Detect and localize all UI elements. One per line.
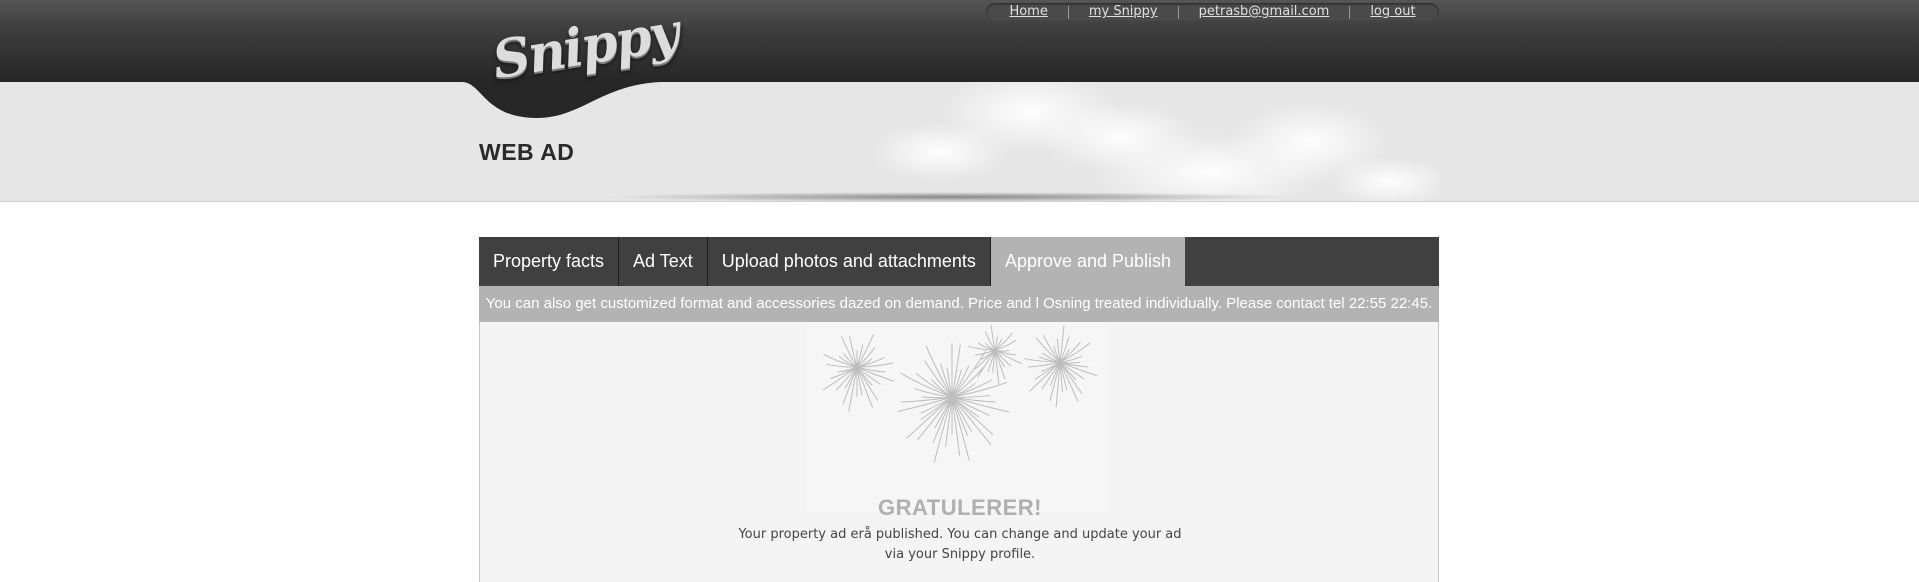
step-tabs: Property facts Ad Text Upload photos and… <box>479 237 1439 286</box>
success-heading: GRATULERER! <box>878 495 1042 520</box>
nav-logout-link[interactable]: log out <box>1350 3 1435 21</box>
nav-home-link[interactable]: Home <box>989 3 1067 21</box>
success-message-line-2: via your Snippy profile. <box>884 547 1036 562</box>
top-navigation: Home my Snippy petrasb@gmail.com log out <box>986 3 1439 21</box>
tab-ad-text[interactable]: Ad Text <box>619 237 708 286</box>
tab-property-facts[interactable]: Property facts <box>479 237 620 286</box>
tab-approve-publish[interactable]: Approve and Publish <box>990 237 1186 286</box>
logo[interactable]: Snippy <box>462 0 682 120</box>
info-notice: You can also get customized format and a… <box>479 286 1439 322</box>
nav-my-snippy-link[interactable]: my Snippy <box>1069 3 1178 21</box>
tab-upload-photos[interactable]: Upload photos and attachments <box>708 237 991 286</box>
success-message: Your property ad erå published. You can … <box>480 525 1440 565</box>
page-title: WEB AD <box>479 139 575 165</box>
fireworks-icon <box>807 322 1107 512</box>
success-message-line-1: Your property ad erå published. You can … <box>738 527 1182 542</box>
banner-shadow <box>600 192 1300 201</box>
top-header-bar <box>0 0 1919 82</box>
nav-account-email-link[interactable]: petrasb@gmail.com <box>1179 3 1350 21</box>
page-banner: WEB AD <box>0 82 1919 202</box>
publish-confirmation-panel: GRATULERER! Your property ad erå publish… <box>479 322 1439 582</box>
